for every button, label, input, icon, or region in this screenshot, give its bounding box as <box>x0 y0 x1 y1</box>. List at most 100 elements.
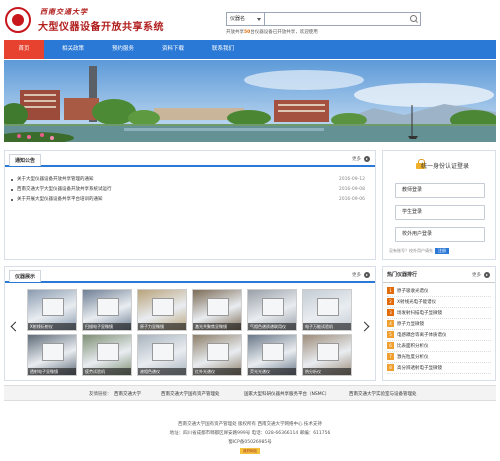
bullet-icon <box>11 179 13 181</box>
instrument-thumbnail[interactable]: 扫描电子显微镜 <box>82 289 132 331</box>
instrument-image <box>42 298 64 316</box>
instrument-thumbnail[interactable]: 激光共聚焦显微镜 <box>192 289 242 331</box>
notice-title[interactable]: 西南交通大学大型仪器设备开放共享系统试运行 <box>17 185 112 195</box>
bullet-icon <box>11 199 13 201</box>
friend-link[interactable]: 国家大型科研仪器共享服务平台（NSMC） <box>244 391 329 397</box>
notice-date: 2016-09-06 <box>338 197 365 202</box>
rank-number: 3 <box>387 309 394 316</box>
nav-item-downloads[interactable]: 资料下载 <box>148 40 198 59</box>
ranking-more-link[interactable]: 更多 <box>472 272 481 278</box>
search-icon[interactable] <box>409 15 418 24</box>
friend-links-label: 友情链接： <box>89 392 112 397</box>
more-arrow-icon[interactable] <box>364 156 370 162</box>
instrument-thumbnail[interactable]: X射线衍射仪 <box>27 289 77 331</box>
ranking-item-label: 激光粒度分析仪 <box>397 355 429 360</box>
search-type-select[interactable]: 仪器名 <box>227 13 265 25</box>
teacher-login-button[interactable]: 教师登录 <box>395 183 485 198</box>
instrument-label: 液相色谱仪 <box>138 368 186 375</box>
notice-date: 2016-09-12 <box>338 177 365 182</box>
shared-count-prefix: 开放共享 <box>226 30 244 35</box>
instrument-image <box>42 343 64 361</box>
nav-item-booking[interactable]: 预约服务 <box>98 40 148 59</box>
ranking-panel-header: 热门仪器排行 更多 <box>383 267 495 283</box>
ranking-item[interactable]: 2 X射线光电子能谱仪 <box>387 298 491 308</box>
notice-list: 关于大型仪器设备开放共享管理的通知 2016-09-12 西南交通大学大型仪器设… <box>11 175 369 205</box>
instrument-thumbnail[interactable]: 透射电子显微镜 <box>27 334 77 376</box>
student-login-button[interactable]: 学生登录 <box>395 205 485 220</box>
list-item[interactable]: 关于大型仪器设备开放共享管理的通知 2016-09-12 <box>11 175 369 185</box>
university-logo[interactable] <box>5 7 31 33</box>
friend-link[interactable]: 西南交通大学 <box>114 391 141 397</box>
ranking-item[interactable]: 1 原子吸收光谱仪 <box>387 287 491 297</box>
chevron-down-icon <box>257 18 261 21</box>
footer-icp[interactable]: 蜀ICP备05026985号 <box>0 438 500 447</box>
instrument-thumbnail[interactable]: 原子力显微镜 <box>137 289 187 331</box>
instrument-thumbnail[interactable]: 红外光谱仪 <box>192 334 242 376</box>
site-footer: 西南交通大学国有资产管理处 版权所有 西南交通大学网络中心 技术支持 地址：四川… <box>0 420 500 456</box>
instrument-image <box>317 298 339 316</box>
instrument-image <box>152 343 174 361</box>
instrument-image <box>152 298 174 316</box>
instrument-image <box>207 298 229 316</box>
notice-title[interactable]: 关于大型仪器设备开放共享管理的通知 <box>17 175 94 185</box>
more-arrow-icon[interactable] <box>364 272 370 278</box>
carousel-prev-icon[interactable] <box>10 321 18 333</box>
carousel-next-icon[interactable] <box>362 321 370 333</box>
notice-title[interactable]: 关于开展大型仪器设备共享平台培训的通知 <box>17 195 103 205</box>
instrument-thumbnail[interactable]: 荧光光谱仪 <box>247 334 297 376</box>
instrument-label: 红外光谱仪 <box>193 368 241 375</box>
instrument-thumbnail[interactable]: 热分析仪 <box>302 334 352 376</box>
nav-item-policy[interactable]: 相关政策 <box>48 40 98 59</box>
gov-badge[interactable]: 政府网站 <box>240 448 260 454</box>
site-header: 西南交通大学 大型仪器设备开放共享系统 仪器名 开放共享50台仪器设备已开放共享… <box>0 0 500 40</box>
rank-number: 8 <box>387 364 394 371</box>
instrument-thumbnail[interactable]: 疲劳试验机 <box>82 334 132 376</box>
instrument-label: 气相色谱质谱联用仪 <box>248 323 296 330</box>
system-title[interactable]: 大型仪器设备开放共享系统 <box>38 18 164 33</box>
ranking-item-label: 原子力显微镜 <box>397 322 424 327</box>
register-button[interactable]: 注册 <box>435 248 449 254</box>
instrument-label: 疲劳试验机 <box>83 368 131 375</box>
footer-copyright: 西南交通大学国有资产管理处 版权所有 西南交通大学网络中心 技术支持 <box>178 422 322 427</box>
ranking-item[interactable]: 6 比表面积分析仪 <box>387 342 491 352</box>
campus-photo <box>4 60 496 142</box>
nav-item-home[interactable]: 首页 <box>4 40 44 59</box>
list-item[interactable]: 关于开展大型仪器设备共享平台培训的通知 2016-09-06 <box>11 195 369 205</box>
footer-address: 地址：四川省成都市郫都区犀安路999号 电话：028-66366114 邮编：6… <box>169 431 331 436</box>
instrument-thumbnail[interactable]: 气相色谱质谱联用仪 <box>247 289 297 331</box>
search-bar: 仪器名 <box>226 12 421 26</box>
rank-number: 6 <box>387 342 394 349</box>
instrument-panel: 仪器展示 更多 X射线衍射仪 扫描电子显微镜 原子力显微镜 激光共聚焦显微镜 气相色谱质… <box>4 266 376 381</box>
university-name: 西南交通大学 <box>40 7 88 16</box>
rank-number: 5 <box>387 331 394 338</box>
tab-instruments[interactable]: 仪器展示 <box>9 270 42 282</box>
ranking-item[interactable]: 3 场发射扫描电子显微镜 <box>387 309 491 319</box>
ranking-item[interactable]: 7 激光粒度分析仪 <box>387 353 491 363</box>
instrument-image <box>262 298 284 316</box>
bullet-icon <box>11 189 13 191</box>
shared-count-suffix: 台仪器设备已开放共享，欢迎使用 <box>250 30 318 35</box>
search-input[interactable] <box>267 14 407 24</box>
ranking-item[interactable]: 8 高分辨透射电子显微镜 <box>387 364 491 374</box>
instrument-thumbnail[interactable]: 液相色谱仪 <box>137 334 187 376</box>
instrument-image <box>317 343 339 361</box>
shared-count-text: 开放共享50台仪器设备已开放共享，欢迎使用 <box>226 29 318 35</box>
external-login-button[interactable]: 校外用户登录 <box>395 227 485 242</box>
ranking-item[interactable]: 5 电感耦合等离子体质谱仪 <box>387 331 491 341</box>
campus-banner <box>4 60 496 142</box>
ranking-item-label: 高分辨透射电子显微镜 <box>397 366 442 371</box>
friend-links-bar: 友情链接： 西南交通大学 西南交通大学国有资产管理处 国家大型科研仪器共享服务平… <box>4 385 496 401</box>
notices-more-link[interactable]: 更多 <box>352 156 361 162</box>
more-arrow-icon[interactable] <box>484 272 490 278</box>
list-item[interactable]: 西南交通大学大型仪器设备开放共享系统试运行 2016-09-08 <box>11 185 369 195</box>
instrument-label: 激光共聚焦显微镜 <box>193 323 241 330</box>
tab-notices[interactable]: 通知公告 <box>9 154 42 166</box>
friend-link[interactable]: 西南交通大学国有资产管理处 <box>161 391 220 397</box>
friend-link[interactable]: 西南交通大学实验室与设备管理处 <box>349 391 417 397</box>
nav-item-contact[interactable]: 联系我们 <box>198 40 248 59</box>
instrument-image <box>97 298 119 316</box>
ranking-item[interactable]: 4 原子力显微镜 <box>387 320 491 330</box>
instrument-thumbnail[interactable]: 电子万能试验机 <box>302 289 352 331</box>
notice-date: 2016-09-08 <box>338 187 365 192</box>
instruments-more-link[interactable]: 更多 <box>352 272 361 278</box>
